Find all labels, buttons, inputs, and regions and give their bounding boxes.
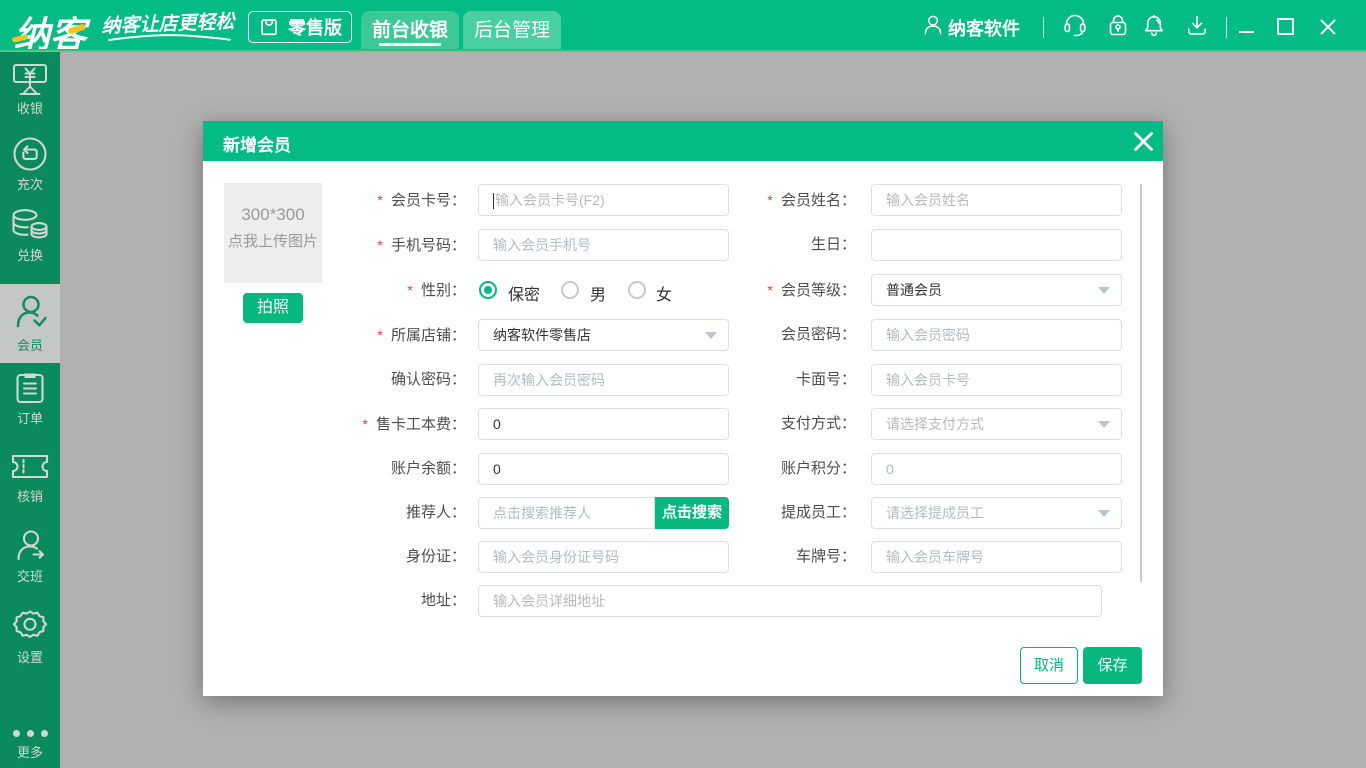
svg-text:纳客让店更轻松: 纳客让店更轻松 [101,11,237,38]
